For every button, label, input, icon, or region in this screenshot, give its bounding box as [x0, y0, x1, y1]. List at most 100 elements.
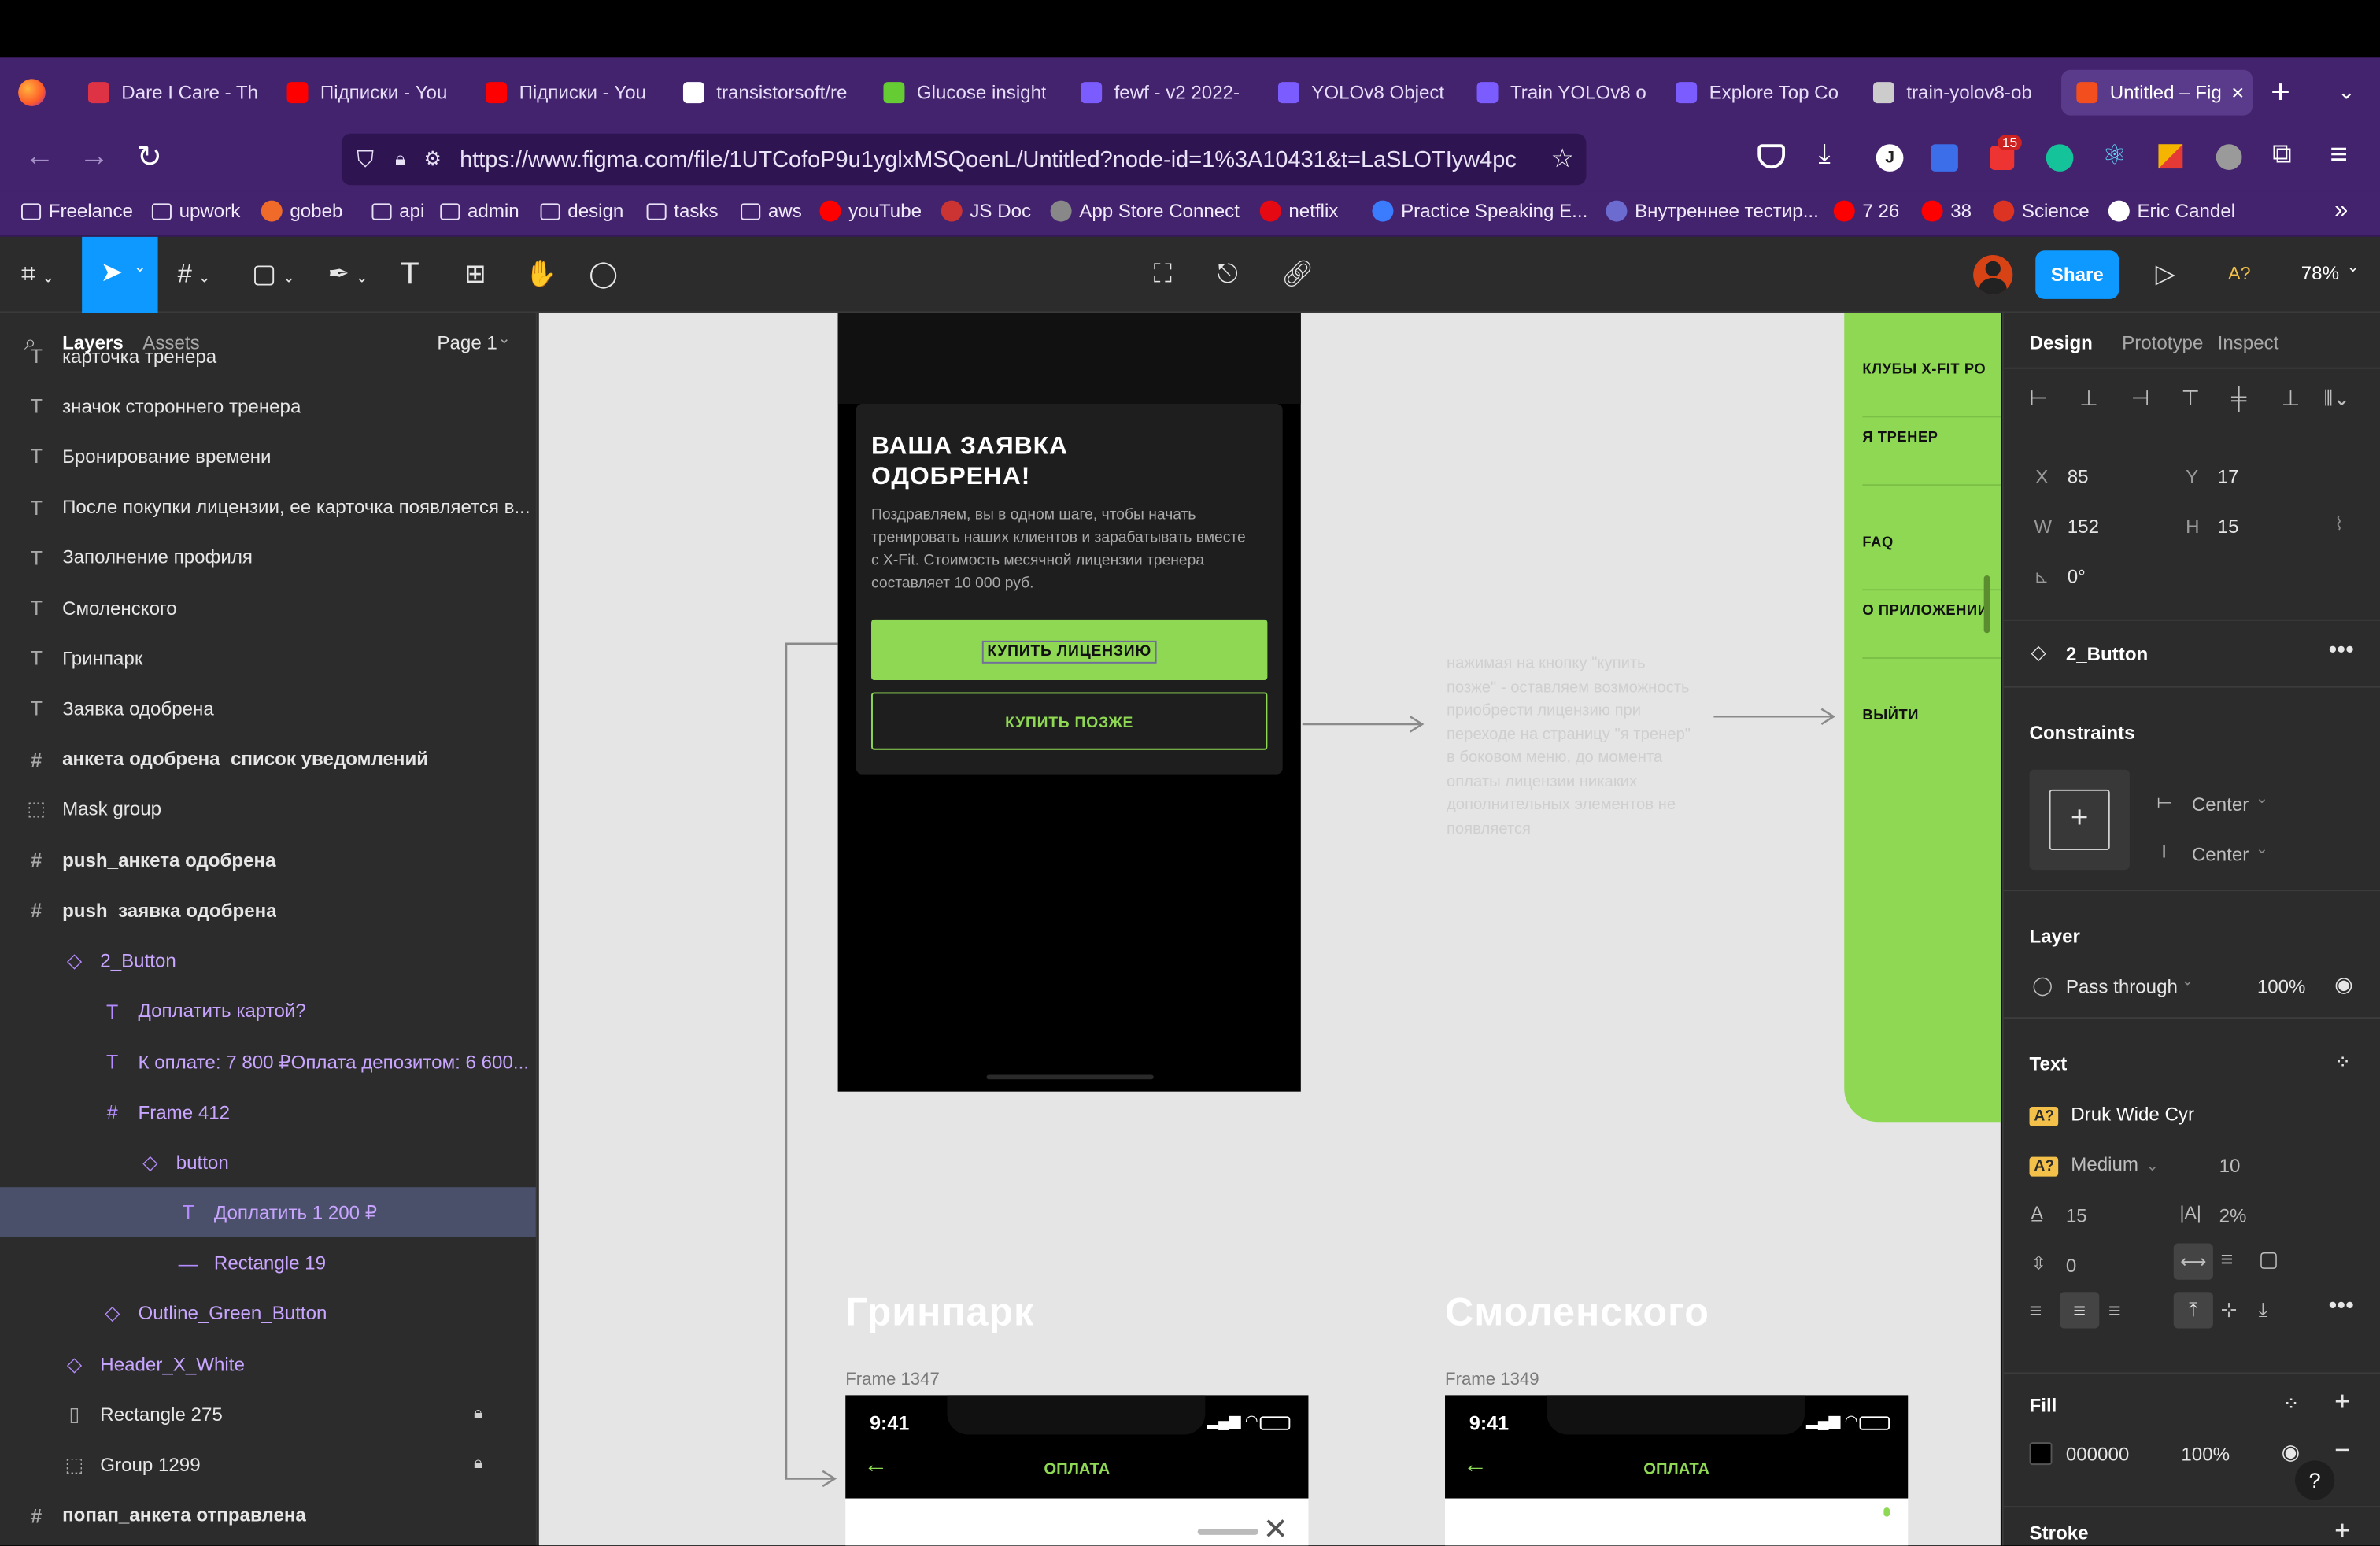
panel-tab-design[interactable]: Design [2030, 332, 2093, 353]
menu-icon[interactable]: ≡ [2330, 139, 2348, 173]
panel-tab-prototype[interactable]: Prototype [2122, 332, 2203, 353]
blend-mode-select[interactable]: Pass through [2066, 976, 2178, 997]
layer-row[interactable]: Tкарточка тренера [0, 331, 536, 381]
constraint-h-select[interactable]: Center [2192, 794, 2249, 816]
shape-tool-icon[interactable]: ▢ ⌄ [252, 258, 295, 296]
crop-icon[interactable]: ⛶ [1154, 258, 1172, 291]
fixed-size-icon[interactable]: ▢ [2259, 1246, 2279, 1272]
bookmark-item[interactable]: 7 26 [1833, 200, 1899, 222]
browser-tab[interactable]: transistorsoft/re [682, 70, 865, 116]
letter-spacing-field[interactable]: 2% [2219, 1205, 2247, 1226]
auto-width-icon[interactable]: ⟷ [2173, 1243, 2213, 1280]
layer-row[interactable]: T Гринпарк [0, 634, 536, 684]
text-tool-icon[interactable]: T [401, 258, 419, 291]
constraints-widget[interactable]: + [2029, 769, 2130, 871]
frame-label-right[interactable]: Frame 1349 [1445, 1371, 1539, 1389]
figma-canvas[interactable]: ВАША ЗАЯВКА ОДОБРЕНА! Поздравляем, вы в … [538, 313, 2001, 1546]
url-bar[interactable]: ⛉ 🔒︎ ⚙ https://www.figma.com/file/1UTCof… [341, 133, 1587, 186]
frame-tool-icon[interactable]: # ⌄ [178, 258, 211, 296]
extension-squares-icon[interactable] [2158, 144, 2183, 169]
extension-j-icon[interactable]: J [1876, 144, 1904, 172]
layer-row[interactable]: T Смоленского [0, 583, 536, 634]
w-field[interactable]: 152 [2068, 516, 2099, 538]
paragraph-spacing-field[interactable]: 0 [2066, 1256, 2076, 1277]
pocket-icon[interactable] [1757, 144, 1786, 169]
layer-row[interactable]: ◇ Outline_Green_Button [0, 1289, 536, 1339]
fill-styles-icon[interactable]: ⁘ [2283, 1393, 2300, 1417]
align-h-center-icon[interactable]: ⊥ [2079, 386, 2098, 412]
zoom-level[interactable]: 78% [2301, 263, 2339, 284]
layer-row[interactable]: ◇ button [0, 1137, 536, 1188]
layer-row[interactable]: # анкета одобрена_список уведомлений [0, 734, 536, 785]
translate-extension-icon[interactable] [1931, 144, 1958, 172]
help-icon[interactable]: ? [2295, 1460, 2335, 1500]
align-right-icon[interactable]: ⊣ [2131, 386, 2150, 412]
layer-row[interactable]: ⬚ Mask group [0, 785, 536, 835]
layer-row[interactable]: T Заявка одобрена [0, 684, 536, 734]
fill-hex[interactable]: 000000 [2066, 1444, 2129, 1465]
layer-row[interactable]: ▯ Rectangle 275 🔒︎ [0, 1389, 536, 1440]
payment-frame-left[interactable]: 9:41 ▂▄▆ ◠ ← ОПЛАТА ✕ [845, 1395, 1309, 1546]
firefox-icon[interactable] [18, 79, 46, 107]
text-more-icon[interactable]: ••• [2328, 1293, 2353, 1321]
browser-tab[interactable]: Untitled – Fig ✕ [2061, 69, 2253, 116]
bookmark-item[interactable]: 38 [1921, 200, 1972, 222]
zoom-chevron-icon[interactable]: ⌄ [2347, 260, 2360, 276]
close-icon[interactable]: ✕ [1263, 1511, 1288, 1546]
browser-tab[interactable]: Підписки - You [486, 70, 665, 116]
layer-row[interactable]: T Заполнение профиля [0, 533, 536, 583]
reload-icon[interactable]: ↻ [137, 139, 162, 176]
side-menu-item[interactable]: FAQ [1862, 534, 1893, 551]
layer-row[interactable]: T Доплатить картой? [0, 986, 536, 1037]
align-text-middle-icon[interactable]: ⊹ [2221, 1298, 2238, 1322]
layer-row[interactable]: T После покупки лицензии, ее карточка поя… [0, 483, 536, 533]
add-fill-icon[interactable]: + [2334, 1386, 2350, 1418]
bookmark-item[interactable]: App Store Connect [1050, 200, 1240, 222]
flow-note[interactable]: нажимая на кнопку "купить позже" - остав… [1447, 653, 1697, 841]
browser-tab[interactable]: train-yolov8-ob [1872, 70, 2040, 116]
browser-tab[interactable]: Підписки - You [286, 70, 467, 116]
browser-tab[interactable]: Train YOLOv8 o [1476, 70, 1657, 116]
pen-tool-icon[interactable]: ✒ ⌄ [328, 258, 368, 296]
align-text-center-icon[interactable]: ≡ [2060, 1292, 2100, 1329]
lock-icon[interactable]: 🔒︎ [395, 147, 405, 172]
font-size-field[interactable]: 10 [2219, 1156, 2241, 1177]
layer-opacity[interactable]: 100% [2257, 976, 2306, 997]
browser-tab[interactable]: YOLOv8 Object [1277, 70, 1458, 116]
layer-row[interactable]: ⬚ Group 1299 🔒︎ [0, 1440, 536, 1490]
downloads-icon[interactable]: ⤓ [1818, 139, 1830, 171]
fill-opacity[interactable]: 100% [2181, 1444, 2230, 1465]
browser-tab[interactable]: Glucose insight [883, 70, 1062, 116]
comment-tool-icon[interactable]: ◯ [589, 258, 618, 291]
grammarly-icon[interactable] [2046, 144, 2074, 172]
prototype-link-icon[interactable]: ⎋ [1218, 258, 1238, 291]
more-options-icon[interactable]: ••• [2328, 638, 2353, 665]
url-text[interactable]: https://www.figma.com/file/1UTCofoP9u1yg… [460, 146, 1522, 172]
layer-row[interactable]: Tзначок стороннего тренера [0, 381, 536, 431]
add-stroke-icon[interactable]: + [2334, 1515, 2350, 1546]
lock-icon[interactable]: 🔒︎ [474, 1455, 482, 1474]
browser-tab[interactable]: fewf - v2 2022- [1081, 70, 1260, 116]
close-tab-icon[interactable]: ✕ [2230, 83, 2245, 102]
bookmark-item[interactable]: upwork [151, 201, 240, 222]
bookmark-item[interactable]: youTube [819, 200, 922, 222]
react-devtools-icon[interactable]: ⚛ [2102, 139, 2127, 172]
side-menu-frame[interactable]: КЛУБЫ X-FIT РО Я ТРЕНЕР FAQ О ПРИЛОЖЕНИИ ВЫЙ… [1844, 313, 2001, 1123]
bookmark-item[interactable]: Eric Candel [2108, 200, 2235, 222]
layer-row[interactable]: T Бронирование времени [0, 431, 536, 482]
constraint-v-select[interactable]: Center [2192, 844, 2249, 865]
panel-tab-inspect[interactable]: Inspect [2218, 332, 2279, 353]
layer-row[interactable]: T К оплате: 7 800 ₽Оплата депозитом: 6 60… [0, 1037, 536, 1087]
move-tool[interactable]: ➤ ⌄ [82, 236, 158, 313]
shield-icon[interactable]: ⛉ [357, 146, 374, 172]
align-top-icon[interactable]: ⊤ [2181, 386, 2200, 412]
figma-main-menu-icon[interactable]: ⌗ ⌄ [21, 258, 54, 296]
align-text-right-icon[interactable]: ≡ [2108, 1298, 2121, 1322]
bookmark-item[interactable]: design [540, 201, 623, 222]
side-menu-item[interactable]: ВЫЙТИ [1862, 708, 1919, 724]
payment-frame-right[interactable]: 9:41 ▂▄▆ ◠ ← ОПЛАТА [1445, 1395, 1909, 1546]
avatar[interactable] [1973, 255, 2013, 295]
layer-row[interactable]: ◇ Header_X_White [0, 1339, 536, 1389]
font-weight-select[interactable]: Medium [2071, 1154, 2138, 1175]
bookmark-item[interactable]: aws [741, 201, 802, 222]
